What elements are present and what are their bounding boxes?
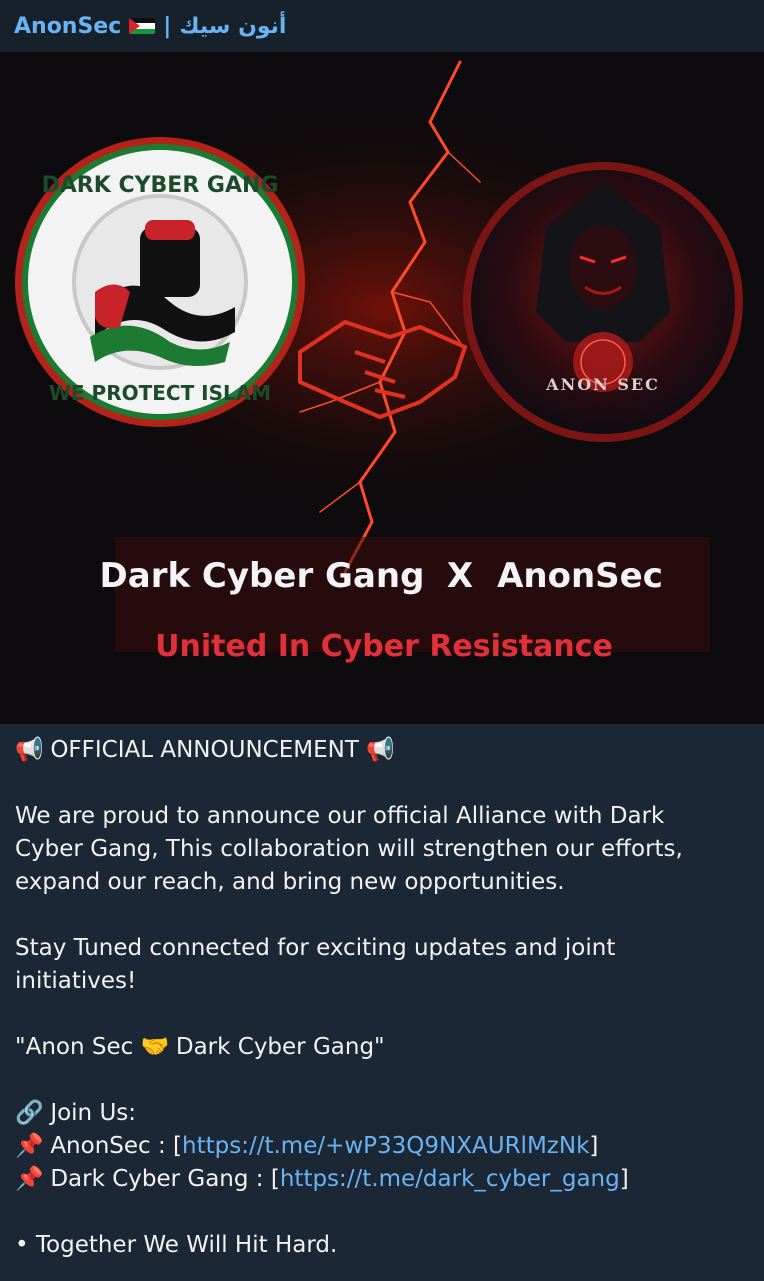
channel-title[interactable]: AnonSec | أنون سيك — [14, 14, 286, 39]
left-logo-top-text: DARK CYBER GANG — [42, 173, 279, 198]
anonsec-link[interactable]: https://t.me/+wP33Q9NXAURlMzNk — [182, 1133, 589, 1159]
channel-arabic-name: أنون سيك — [179, 13, 287, 39]
title-separator: | — [163, 13, 172, 39]
link2-close: ] — [619, 1166, 629, 1192]
megaphone-icon: 📢 — [15, 737, 44, 763]
palestine-flag-icon — [129, 18, 156, 34]
link1-label: AnonSec : [ — [50, 1133, 183, 1159]
announcement-image[interactable]: DARK CYBER GANG WE PROTECT ISLAM ANON SE… — [0, 52, 764, 724]
headline-left: Dark Cyber Gang — [100, 556, 425, 596]
para2-line2: initiatives! — [15, 968, 137, 994]
dark-cyber-gang-link[interactable]: https://t.me/dark_cyber_gang — [280, 1166, 620, 1192]
handshake-icon: 🤝 — [140, 1034, 170, 1060]
channel-header: AnonSec | أنون سيك — [0, 0, 764, 52]
anonsec-logo — [463, 162, 743, 442]
link2-label: Dark Cyber Gang : [ — [50, 1166, 280, 1192]
quote-line: "Anon Sec 🤝 Dark Cyber Gang" — [15, 1031, 750, 1064]
quote-right: Dark Cyber Gang" — [175, 1034, 385, 1060]
channel-name-text: AnonSec — [14, 13, 122, 39]
announcement-title: OFFICIAL ANNOUNCEMENT — [50, 737, 359, 763]
message-bubble: 📢 OFFICIAL ANNOUNCEMENT 📢 We are proud t… — [0, 724, 764, 1281]
message-text: 📢 OFFICIAL ANNOUNCEMENT 📢 We are proud t… — [15, 734, 750, 1262]
para2-line1: Stay Tuned connected for exciting update… — [15, 935, 616, 961]
link-icon: 🔗 — [15, 1100, 44, 1126]
headline-right: AnonSec — [497, 556, 663, 596]
link1-close: ] — [589, 1133, 599, 1159]
announcement-title-line: 📢 OFFICIAL ANNOUNCEMENT 📢 — [15, 734, 750, 767]
para1-line3: expand our reach, and bring new opportun… — [15, 869, 565, 895]
para1-line2: Cyber Gang, This collaboration will stre… — [15, 836, 683, 862]
link1-line: 📌 AnonSec : [https://t.me/+wP33Q9NXAURlM… — [15, 1130, 750, 1163]
join-label: Join Us: — [50, 1100, 137, 1126]
para1-line1: We are proud to announce our official Al… — [15, 803, 665, 829]
headline-x: X — [447, 556, 473, 596]
link2-line: 📌 Dark Cyber Gang : [https://t.me/dark_c… — [15, 1163, 750, 1196]
megaphone-icon: 📢 — [366, 737, 395, 763]
left-logo-bottom-text: WE PROTECT ISLAM — [49, 381, 271, 405]
subheadline: United In Cyber Resistance — [155, 629, 613, 664]
closing-line: • Together We Will Hit Hard. — [15, 1232, 338, 1258]
join-line: 🔗 Join Us: — [15, 1097, 750, 1130]
pushpin-icon: 📌 — [15, 1133, 44, 1159]
quote-left: "Anon Sec — [15, 1034, 134, 1060]
pushpin-icon: 📌 — [15, 1166, 44, 1192]
right-logo-text: ANON SEC — [545, 375, 660, 394]
